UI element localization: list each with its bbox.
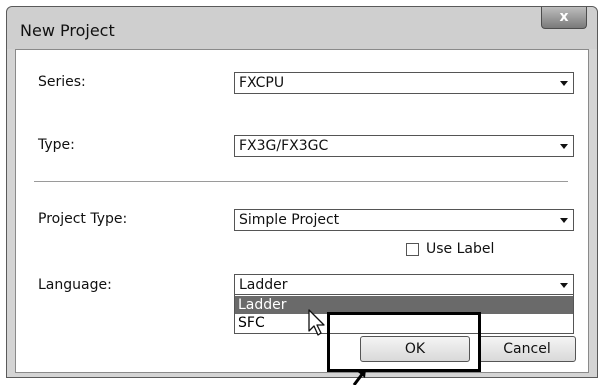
type-dropdown-button[interactable] [557, 138, 571, 154]
separator [34, 181, 568, 183]
mouse-pointer-icon [308, 309, 325, 336]
series-combobox[interactable]: FXCPU [234, 72, 574, 94]
dialog-title: New Project [20, 21, 115, 40]
use-label-checkbox[interactable] [406, 243, 419, 256]
language-label: Language: [38, 277, 112, 293]
project-type-value: Simple Project [239, 212, 340, 228]
title-bar: New Project x [7, 7, 597, 49]
arrow-pointer-icon [352, 369, 366, 385]
chevron-down-icon [560, 283, 568, 288]
cancel-button[interactable]: Cancel [478, 336, 576, 362]
chevron-down-icon [560, 81, 568, 86]
project-type-dropdown-button[interactable] [557, 212, 571, 228]
close-icon: x [559, 9, 569, 25]
language-dropdown-button[interactable] [557, 277, 571, 293]
close-button[interactable]: x [541, 7, 587, 29]
series-label: Series: [38, 74, 86, 90]
project-type-combobox[interactable]: Simple Project [234, 209, 574, 231]
series-value: FXCPU [239, 75, 285, 91]
series-dropdown-button[interactable] [557, 75, 571, 91]
project-type-label: Project Type: [38, 211, 128, 227]
chevron-down-icon [560, 144, 568, 149]
type-label: Type: [38, 137, 75, 153]
use-label-text[interactable]: Use Label [426, 241, 494, 257]
dialog-body: Series: FXCPU Type: FX3G/FX3GC Project T… [15, 49, 589, 373]
annotation-highlight-box [327, 312, 481, 372]
chevron-down-icon [560, 218, 568, 223]
language-value: Ladder [239, 277, 288, 293]
type-combobox[interactable]: FX3G/FX3GC [234, 135, 574, 157]
new-project-dialog: New Project x Series: FXCPU Type: FX3G/F… [6, 6, 598, 378]
type-value: FX3G/FX3GC [239, 138, 329, 154]
language-combobox[interactable]: Ladder [234, 274, 574, 296]
